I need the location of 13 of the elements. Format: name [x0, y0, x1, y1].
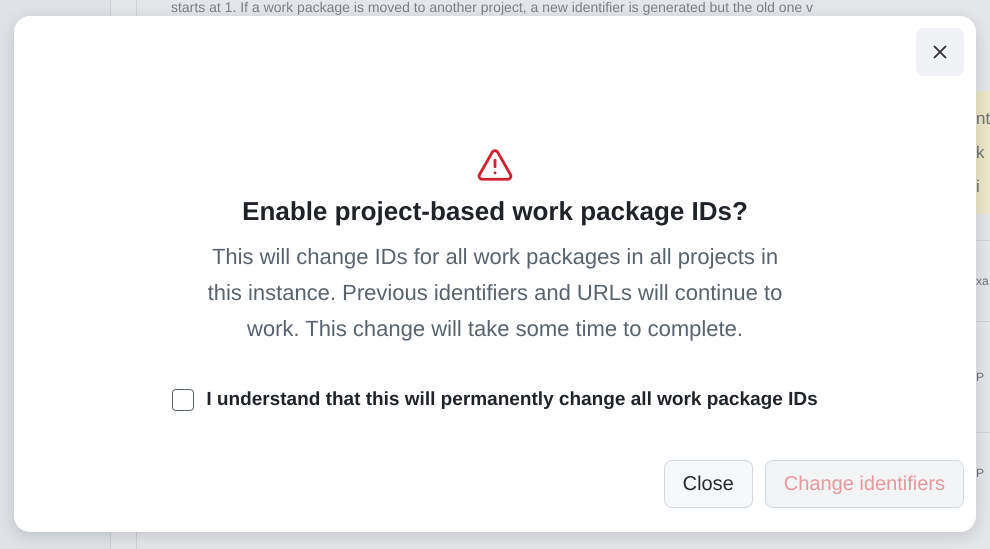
notice-text: i — [976, 176, 981, 198]
checkbox-label[interactable]: I understand that this will permanently change all work package IDs — [206, 389, 818, 411]
row-text: P — [976, 466, 984, 480]
close-button[interactable] — [916, 28, 964, 76]
dialog-description: This will change IDs for all work packages in all projects in this instance. Previous identifiers and URLs will continue to work. This change will take some time to complete. — [206, 243, 784, 343]
notice-text: k — [976, 142, 986, 164]
row-text: P — [976, 370, 984, 384]
checkbox[interactable] — [172, 389, 194, 411]
row-text: xa — [976, 274, 989, 288]
intro-text: starts at 1. If a work package is moved to another project, a new identifier is generated but the old one v — [170, 0, 814, 15]
notice-text: nt — [976, 108, 990, 130]
dialog-title: Enable project-based work package IDs? — [242, 196, 748, 227]
cancel-button[interactable]: Close — [664, 460, 753, 508]
